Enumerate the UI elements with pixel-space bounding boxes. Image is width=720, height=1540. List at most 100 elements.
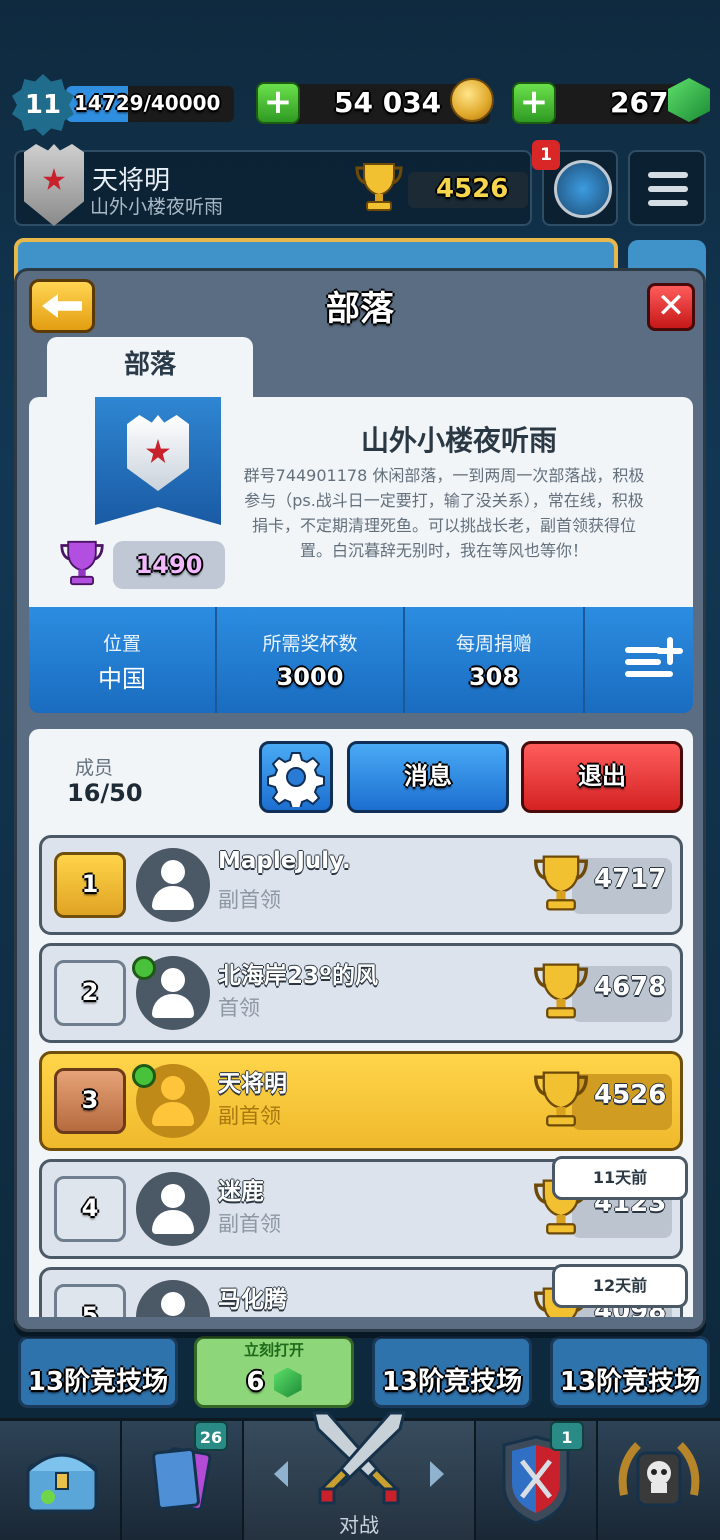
member-rank: 4 — [54, 1176, 126, 1242]
menu-button[interactable] — [628, 150, 706, 226]
notification-badge: 1 — [532, 140, 560, 170]
menu-icon — [648, 172, 688, 178]
stat-location-value: 中国 — [98, 665, 146, 693]
player-profile[interactable]: 天将明 山外小楼夜听雨 4526 — [14, 144, 532, 226]
panel-header: 部落 ✕ — [17, 271, 703, 335]
tab-clan[interactable]: 部落 — [47, 337, 253, 403]
avatar — [136, 1280, 210, 1317]
gem-icon — [273, 1367, 302, 1398]
chest-slot-1[interactable]: 13阶竞技场 — [18, 1336, 178, 1408]
clan-badge: 1 — [550, 1421, 584, 1451]
xp-text: 14729/40000 — [74, 91, 221, 115]
members-list[interactable]: 1 MapleJuly. 副首领 4717 2 北海岸23º的风 首领 4678… — [29, 829, 693, 1317]
clan-name: 山外小楼夜听雨 — [360, 424, 557, 457]
buy-gold-button[interactable]: + — [256, 82, 300, 124]
player-trophy-value: 4526 — [436, 174, 509, 204]
last-seen-tag: 11天前 — [552, 1156, 688, 1200]
online-indicator — [132, 956, 156, 980]
member-rank: 2 — [54, 960, 126, 1026]
stat-donations-value: 308 — [468, 663, 520, 691]
member-row[interactable]: 5 马化腾 4098 12天前 — [39, 1264, 688, 1317]
settings-button[interactable] — [259, 741, 333, 813]
trophy-icon — [534, 855, 588, 911]
member-role: 副首领 — [218, 1104, 281, 1128]
member-name: 迷鹿 — [218, 1179, 264, 1205]
nav-events[interactable] — [598, 1421, 720, 1540]
member-trophies: 4717 — [594, 864, 667, 894]
stat-location-label: 位置 — [102, 633, 141, 655]
gold-value: 54 034 — [334, 86, 442, 119]
avatar — [136, 848, 210, 922]
member-rank: 3 — [54, 1068, 126, 1134]
member-row-self[interactable]: 3 天将明 副首领 4526 — [39, 1051, 683, 1151]
clan-trophy-icon — [60, 540, 104, 586]
member-rank: 1 — [54, 852, 126, 918]
online-indicator — [132, 1064, 156, 1088]
stat-donations-label: 每周捐赠 — [455, 633, 532, 655]
chest-slot-1-label: 13阶竞技场 — [27, 1367, 169, 1397]
xp-bar[interactable]: 14729/40000 — [66, 86, 234, 122]
top-hud: 14729/40000 11 + 54 034 + 267 — [0, 70, 720, 136]
chest-slot-2[interactable]: 立刻打开 6 — [194, 1336, 354, 1408]
messages-button[interactable]: 消息 — [347, 741, 509, 813]
member-name: 北海岸23º的风 — [218, 963, 378, 989]
gold-coin-icon — [450, 78, 494, 122]
nav-shop[interactable] — [0, 1421, 122, 1540]
member-row[interactable]: 4 迷鹿 副首领 4123 11天前 — [39, 1156, 688, 1259]
member-trophies: 4526 — [594, 1080, 667, 1110]
chest-slot-4[interactable]: 13阶竞技场 — [550, 1336, 710, 1408]
player-clan-name: 山外小楼夜听雨 — [90, 196, 224, 218]
clan-score: 1490 — [113, 541, 225, 589]
unlock-cost: 6 — [246, 1367, 265, 1397]
stat-required-label: 所需奖杯数 — [262, 633, 358, 655]
member-row[interactable]: 2 北海岸23º的风 首领 4678 — [39, 943, 683, 1043]
divider — [583, 607, 585, 713]
clan-badge-icon — [24, 144, 84, 226]
shop-chest-icon — [26, 1453, 98, 1513]
chevron-left-icon — [274, 1461, 288, 1487]
bottom-nav: 26 对战 1 — [0, 1411, 720, 1540]
player-trophy-box: 4526 — [408, 172, 528, 208]
menu-icon-line — [648, 200, 688, 206]
member-role: 副首领 — [218, 1212, 281, 1236]
member-trophies: 4678 — [594, 972, 667, 1002]
member-role: 首领 — [218, 996, 260, 1020]
member-name: 天将明 — [218, 1071, 287, 1097]
stat-weekly-donations: 每周捐赠 308 — [405, 607, 583, 713]
level-star-icon[interactable]: 11 — [12, 74, 74, 136]
nav-cards[interactable]: 26 — [122, 1421, 244, 1540]
member-row[interactable]: 1 MapleJuly. 副首领 4717 — [39, 835, 683, 935]
list-add-icon[interactable] — [625, 637, 683, 685]
battle-label: 对战 — [339, 1513, 379, 1537]
skeleton-laurel-icon — [618, 1442, 700, 1507]
level-value: 11 — [24, 90, 62, 120]
nav-clan[interactable]: 1 — [476, 1421, 598, 1540]
panel-title: 部落 — [326, 289, 394, 329]
stat-required-value: 3000 — [276, 663, 344, 691]
clan-panel: 部落 ✕ 部落 1490 山外小楼夜听雨 群号744901178 休闲部落，一到… — [14, 268, 706, 1332]
clan-description: 群号744901178 休闲部落，一到两周一次部落战，积极参与（ps.战斗日一定… — [243, 466, 645, 560]
gear-icon — [267, 752, 325, 807]
member-name: MapleJuly. — [218, 848, 351, 874]
trophy-icon — [534, 963, 588, 1019]
chest-slot-3-label: 13阶竞技场 — [381, 1367, 523, 1397]
member-role: 副首领 — [218, 888, 281, 912]
members-header: 成员 16/50 消息 退出 — [29, 729, 693, 829]
buy-gems-button[interactable]: + — [512, 82, 556, 124]
chest-slot-4-label: 13阶竞技场 — [559, 1367, 701, 1397]
member-name: 马化腾 — [218, 1287, 287, 1313]
trophy-icon — [534, 1071, 588, 1127]
chest-slot-3[interactable]: 13阶竞技场 — [372, 1336, 532, 1408]
members-count: 16/50 — [67, 779, 143, 807]
trophy-icon — [355, 163, 403, 211]
clan-info-card: 1490 山外小楼夜听雨 群号744901178 休闲部落，一到两周一次部落战，… — [29, 397, 693, 607]
menu-icon-line — [648, 186, 688, 192]
members-label: 成员 — [75, 757, 114, 779]
clan-stats-bar: 位置 中国 所需奖杯数 3000 每周捐赠 308 — [29, 607, 693, 713]
leave-clan-button[interactable]: 退出 — [521, 741, 683, 813]
nav-battle[interactable]: 对战 — [244, 1411, 476, 1540]
close-button[interactable]: ✕ — [647, 283, 695, 331]
chevron-right-icon — [430, 1461, 444, 1487]
last-seen-tag: 12天前 — [552, 1264, 688, 1308]
stat-required-trophies: 所需奖杯数 3000 — [217, 607, 403, 713]
